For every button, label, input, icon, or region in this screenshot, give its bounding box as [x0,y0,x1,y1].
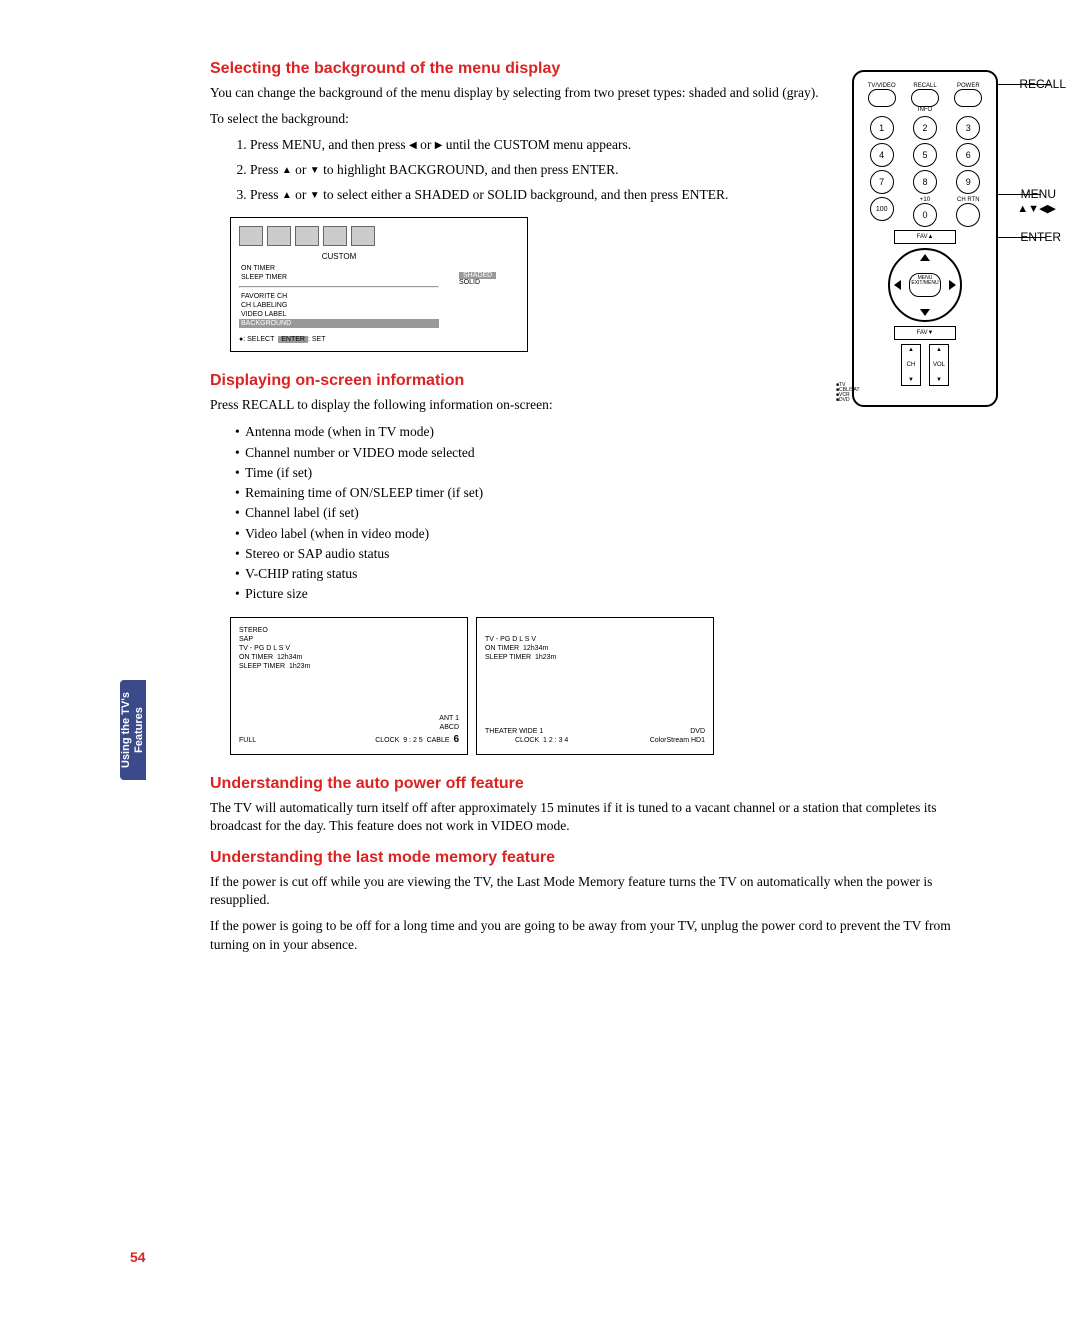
key-5: 5 [913,143,937,167]
right-arrow-icon [949,280,956,290]
menu-footer: ●: SELECT ENTER: SET [239,336,519,343]
menu-tab-icon [351,226,375,246]
callout-enter: ENTER [1020,230,1061,244]
menu-item: CH LABELING [239,301,439,310]
key-4: 4 [870,143,894,167]
key-1: 1 [870,116,894,140]
sidebar-tab: Using the TV's Features [120,680,146,780]
key-0: 0 [913,203,937,227]
key-9: 9 [956,170,980,194]
up-arrow-icon [920,254,930,261]
paragraph: The TV will automatically turn itself of… [210,799,970,835]
menu-tab-icon [267,226,291,246]
tv-video-button [868,89,896,107]
up-arrow-icon: ▲ [282,189,292,203]
up-arrow-icon: ▲ [282,164,292,178]
callout-recall: RECALL [1019,77,1066,91]
page-number: 54 [130,1249,146,1265]
down-arrow-icon: ▼ [310,164,320,178]
osd-screen-1: STEREO SAP TV - PG D L S V ON TIMER 12h3… [230,617,468,755]
list-item: Time (if set) [235,463,970,483]
menu-tab-icon [323,226,347,246]
heading-auto-power-off: Understanding the auto power off feature [210,775,970,793]
remote-illustration: RECALL MENU ▲▼◀▶ ENTER TV/VIDEO RECALLIN… [800,70,1050,407]
list-item: Antenna mode (when in TV mode) [235,422,970,442]
menu-title: CUSTOM [239,252,439,261]
dpad: MENUEXIT/MENU [888,248,962,322]
list-item: Video label (when in video mode) [235,524,970,544]
key-8: 8 [913,170,937,194]
menu-item-selected: BACKGROUND [239,319,439,328]
menu-tabs [239,226,519,246]
osd-examples: STEREO SAP TV - PG D L S V ON TIMER 12h3… [230,617,970,755]
menu-item: SLEEP TIMER [239,273,439,282]
vol-rocker: VOL [929,344,949,386]
list-item: V-CHIP rating status [235,564,970,584]
down-arrow-icon [920,309,930,316]
menu-enter-button: MENUEXIT/MENU [909,273,941,297]
menu-item: FAVORITE CH [239,292,439,301]
key-100: 100 [870,197,894,221]
paragraph: If the power is cut off while you are vi… [210,873,970,909]
menu-item: ON TIMER [239,264,439,273]
power-button [954,89,982,107]
down-arrow-icon: ▼ [310,189,320,203]
callout-menu: MENU [1021,187,1056,201]
list-item: Channel number or VIDEO mode selected [235,443,970,463]
list-item: Stereo or SAP audio status [235,544,970,564]
left-arrow-icon [894,280,901,290]
osd-screen-2: TV - PG D L S V ON TIMER 12h34m SLEEP TI… [476,617,714,755]
key-7: 7 [870,170,894,194]
menu-value: SOLID [459,279,519,286]
key-2: 2 [913,116,937,140]
key-6: 6 [956,143,980,167]
bullet-list: Antenna mode (when in TV mode) Channel n… [210,422,970,604]
menu-tab-icon [239,226,263,246]
recall-button [911,89,939,107]
callout-arrows: ▲▼◀▶ [1017,202,1056,215]
paragraph: If the power is going to be off for a lo… [210,917,970,953]
heading-last-mode-memory: Understanding the last mode memory featu… [210,849,970,867]
list-item: Picture size [235,584,970,604]
fav-up-button: FAV▲ [894,230,956,244]
list-item: Remaining time of ON/SLEEP timer (if set… [235,483,970,503]
key-chrtn [956,203,980,227]
mode-labels: ■TV■CBL/SAT■VCR■DVD [836,383,860,403]
ch-rocker: CH [901,344,921,386]
menu-value-selected: SHADED [459,272,496,279]
menu-item: VIDEO LABEL [239,310,439,319]
page: Using the TV's Features Selecting the ba… [70,0,1010,1290]
menu-tab-icon [295,226,319,246]
fav-down-button: FAV▼ [894,326,956,340]
list-item: Channel label (if set) [235,503,970,523]
menu-screenshot: CUSTOM ON TIMER SLEEP TIMER FAVORITE CH … [230,217,528,352]
key-3: 3 [956,116,980,140]
left-arrow-icon: ◀ [409,139,417,153]
